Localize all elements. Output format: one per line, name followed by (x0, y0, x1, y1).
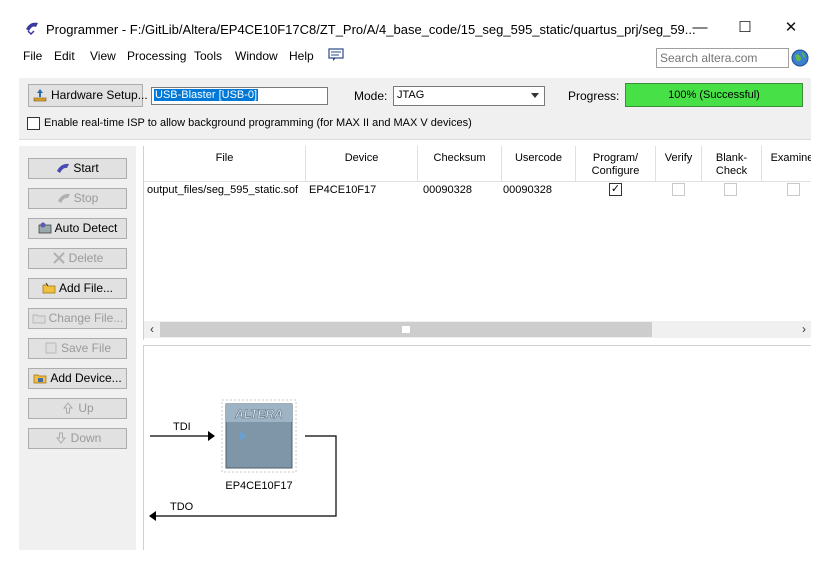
toolbar: Hardware Setup... USB-Blaster [USB-0] Mo… (19, 78, 811, 140)
auto-detect-label: Auto Detect (54, 221, 118, 235)
down-icon (55, 432, 66, 444)
examine-checkbox[interactable] (787, 183, 800, 196)
hardware-setup-icon (33, 89, 47, 102)
check-icon: ✓ (610, 183, 621, 195)
progress-bar: 100% (Successful) (625, 83, 803, 107)
close-button[interactable]: ✕ (774, 16, 808, 40)
isp-label: Enable real-time ISP to allow background… (44, 117, 472, 129)
tdo-label: TDO (170, 501, 194, 513)
change-file-label: Change File... (48, 311, 124, 325)
cell-device[interactable]: EP4CE10F17 (309, 184, 376, 196)
col-examine[interactable]: Examine (762, 146, 811, 182)
start-button[interactable]: Start (28, 158, 127, 179)
isp-checkbox[interactable] (27, 117, 40, 130)
menu-edit[interactable]: Edit (54, 49, 75, 63)
up-button[interactable]: Up (28, 398, 127, 419)
minimize-button[interactable]: — (683, 16, 717, 40)
stop-button[interactable]: Stop (28, 188, 127, 209)
maximize-icon: ☐ (738, 19, 752, 36)
minimize-icon: — (692, 19, 708, 36)
mode-label: Mode: (354, 89, 388, 103)
col-usercode[interactable]: Usercode (502, 146, 576, 182)
globe-icon[interactable] (791, 49, 809, 67)
col-file[interactable]: File (144, 146, 306, 182)
hardware-value: USB-Blaster [USB-0] (154, 89, 259, 101)
col-program-label: Program/ Configure (591, 152, 640, 177)
mode-value: JTAG (397, 89, 425, 101)
altera-logo: ALTERA (234, 407, 283, 421)
maximize-button[interactable]: ☐ (728, 16, 762, 40)
hardware-setup-label: Hardware Setup... (51, 88, 148, 102)
add-device-button[interactable]: Add Device... (28, 368, 127, 389)
mode-select[interactable]: JTAG (393, 86, 545, 106)
add-device-label: Add Device... (50, 371, 122, 385)
menu-file[interactable]: File (23, 49, 42, 63)
device-label: EP4CE10F17 (225, 480, 292, 492)
down-label: Down (70, 431, 102, 445)
up-label: Up (78, 401, 94, 415)
delete-button[interactable]: Delete (28, 248, 127, 269)
progress-label: Progress: (568, 89, 620, 103)
jtag-chain-diagram: TDI ALTERA EP4CE10F17 TDO (149, 399, 337, 521)
blank-check-checkbox[interactable] (724, 183, 737, 196)
action-panel: Start Stop Auto Detect Delete Add File..… (19, 146, 136, 550)
hardware-setup-button[interactable]: Hardware Setup... (28, 84, 148, 107)
save-file-label: Save File (60, 341, 112, 355)
scroll-right-icon[interactable]: › (796, 321, 811, 338)
close-icon: ✕ (784, 19, 798, 36)
start-icon (57, 163, 70, 173)
title-bar: Programmer - F:/GitLib/Altera/EP4CE10F17… (0, 0, 827, 42)
program-checkbox[interactable]: ✓ (609, 183, 622, 196)
auto-detect-button[interactable]: Auto Detect (28, 218, 127, 239)
cell-file[interactable]: output_files/seg_595_static.sof (147, 184, 298, 196)
down-button[interactable]: Down (28, 428, 127, 449)
window-title: Programmer - F:/GitLib/Altera/EP4CE10F17… (46, 22, 696, 37)
search-input[interactable] (656, 48, 789, 68)
change-file-button[interactable]: Change File... (28, 308, 127, 329)
start-label: Start (73, 161, 99, 175)
file-table: File Device Checksum Usercode Program/ C… (143, 146, 811, 340)
device-chip[interactable]: ALTERA (221, 399, 297, 473)
change-file-icon (32, 314, 45, 324)
add-file-label: Add File... (58, 281, 114, 295)
hardware-field[interactable]: USB-Blaster [USB-0] (151, 87, 328, 105)
cell-usercode: 00090328 (503, 184, 552, 196)
col-program[interactable]: Program/ Configure (576, 146, 656, 182)
horizontal-scrollbar[interactable]: ‹ › (144, 321, 811, 338)
col-blank-check-label: Blank- Check (715, 152, 748, 177)
stop-icon (57, 193, 70, 203)
save-file-button[interactable]: Save File (28, 338, 127, 359)
delete-label: Delete (68, 251, 104, 265)
col-blank-check[interactable]: Blank- Check (702, 146, 762, 182)
menu-help[interactable]: Help (289, 49, 314, 63)
col-checksum[interactable]: Checksum (418, 146, 502, 182)
progress-text: 100% (Successful) (668, 89, 760, 101)
tdi-label: TDI (173, 421, 191, 433)
chevron-down-icon (531, 93, 539, 98)
menu-window[interactable]: Window (235, 49, 278, 63)
stop-label: Stop (73, 191, 99, 205)
programmer-icon (26, 22, 38, 35)
verify-checkbox[interactable] (672, 183, 685, 196)
scroll-left-icon[interactable]: ‹ (144, 321, 160, 338)
jtag-chain-panel: TDI ALTERA EP4CE10F17 TDO (143, 345, 811, 550)
add-device-icon (33, 374, 47, 384)
scroll-grip (402, 326, 410, 333)
menu-processing[interactable]: Processing (127, 49, 186, 63)
menu-tools[interactable]: Tools (194, 49, 222, 63)
delete-icon (52, 252, 65, 264)
cell-checksum: 00090328 (423, 184, 472, 196)
up-icon (63, 402, 74, 414)
col-verify[interactable]: Verify (656, 146, 702, 182)
add-file-icon (42, 282, 56, 294)
save-file-icon (45, 342, 57, 354)
menu-view[interactable]: View (90, 49, 116, 63)
col-device[interactable]: Device (306, 146, 418, 182)
auto-detect-icon (38, 222, 51, 234)
feedback-icon[interactable] (328, 48, 344, 62)
add-file-button[interactable]: Add File... (28, 278, 127, 299)
